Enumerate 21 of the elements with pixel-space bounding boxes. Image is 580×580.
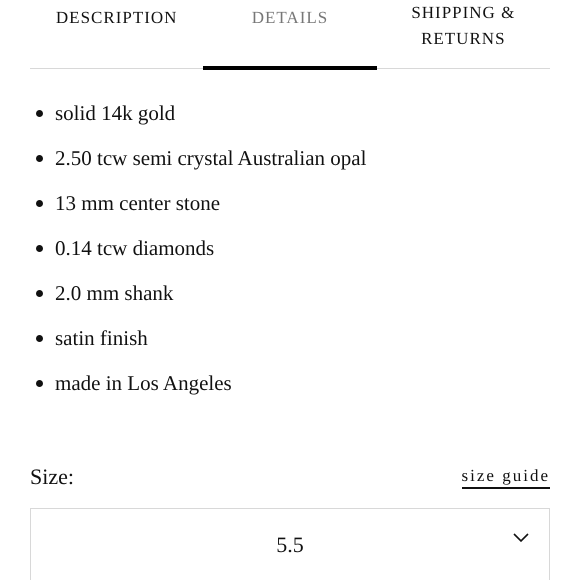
bullet-icon: [36, 245, 43, 252]
detail-text: 13 mm center stone: [55, 191, 220, 216]
tab[interactable]: DETAILS: [203, 0, 377, 68]
bullet-icon: [36, 335, 43, 342]
bullet-icon: [36, 155, 43, 162]
detail-text: solid 14k gold: [55, 101, 176, 126]
detail-text: satin finish: [55, 326, 148, 351]
detail-text: 2.0 mm shank: [55, 281, 174, 306]
bullet-icon: [36, 110, 43, 117]
tab[interactable]: SHIPPING & RETURNS: [376, 0, 550, 68]
size-guide-link[interactable]: size guide: [462, 466, 550, 488]
bullet-icon: [36, 380, 43, 387]
bullet-icon: [36, 200, 43, 207]
size-label: Size:: [30, 464, 74, 490]
detail-text: 0.14 tcw diamonds: [55, 236, 214, 261]
size-select[interactable]: 5.5: [30, 508, 550, 580]
detail-text: made in Los Angeles: [55, 371, 232, 396]
bullet-icon: [36, 290, 43, 297]
tab[interactable]: DESCRIPTION: [30, 0, 204, 68]
detail-text: 2.50 tcw semi crystal Australian opal: [55, 146, 366, 171]
chevron-down-icon: [513, 533, 529, 543]
